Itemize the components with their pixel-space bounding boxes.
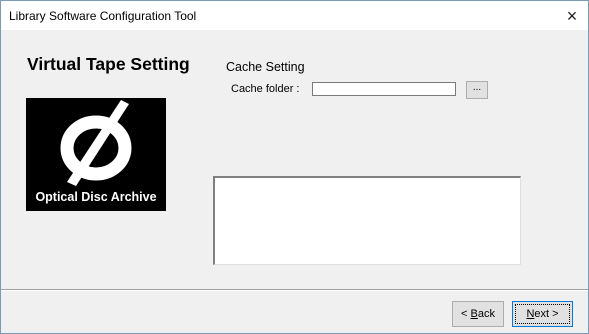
page-title: Virtual Tape Setting — [27, 54, 190, 74]
cache-folder-input[interactable] — [312, 82, 456, 96]
window-title: Library Software Configuration Tool — [9, 8, 197, 23]
section-heading: Cache Setting — [226, 60, 305, 74]
footer-divider-highlight — [1, 290, 588, 291]
config-tool-window: Library Software Configuration Tool × Vi… — [0, 0, 589, 334]
logo-text: Optical Disc Archive — [35, 190, 157, 204]
cache-folder-label: Cache folder : — [231, 83, 300, 95]
back-button-rest: ack — [477, 308, 495, 320]
next-button-rest: ext > — [534, 308, 559, 320]
title-bar: Library Software Configuration Tool × — [1, 1, 588, 30]
back-button[interactable]: < Back — [452, 301, 504, 327]
product-logo: Optical Disc Archive — [26, 98, 166, 211]
next-button[interactable]: Next > — [512, 301, 573, 327]
close-icon[interactable]: × — [562, 6, 582, 26]
back-button-accel: B — [470, 308, 478, 320]
back-button-prefix: < — [461, 308, 471, 320]
log-textbox[interactable] — [213, 176, 521, 265]
next-button-accel: N — [526, 308, 535, 320]
browse-button[interactable]: ... — [466, 81, 488, 99]
